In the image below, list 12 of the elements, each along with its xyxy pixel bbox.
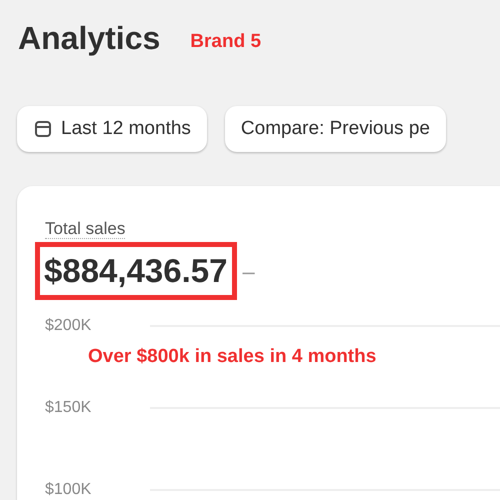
axis-label: $100K: [45, 480, 92, 500]
page-title: Analytics: [18, 19, 160, 58]
annotation-text: Brand 5: [190, 30, 262, 54]
compare-button[interactable]: Compare: Previous pe: [224, 106, 446, 152]
trend-dash: –: [242, 258, 255, 286]
annotation-text: Over $800k in sales in 4 months: [88, 345, 376, 369]
card-title: Total sales: [45, 219, 126, 239]
calendar-icon: [33, 119, 53, 139]
axis-label: $200K: [45, 316, 92, 336]
date-range-button[interactable]: Last 12 months: [17, 106, 207, 152]
total-sales-value: $884,436.57: [44, 252, 228, 289]
axis-label: $150K: [45, 398, 92, 418]
